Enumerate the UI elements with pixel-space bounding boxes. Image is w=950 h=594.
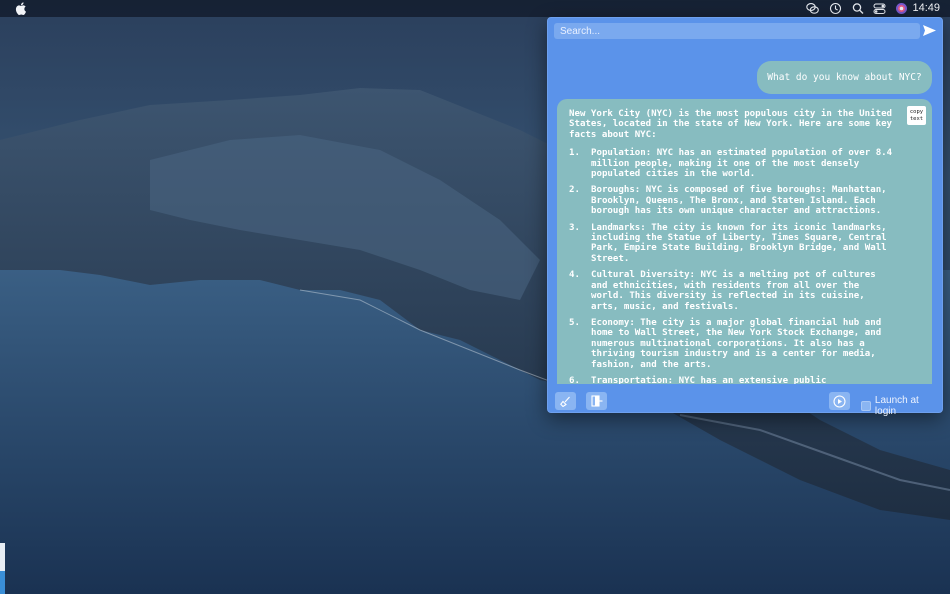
launch-at-login-label: Launch at login xyxy=(874,395,919,417)
copy-text-button[interactable]: copy text xyxy=(907,106,926,125)
list-item: 2. Boroughs: NYC is composed of five boro… xyxy=(569,185,896,216)
list-item: 3. Landmarks: The city is known for its i… xyxy=(569,223,896,265)
send-icon[interactable] xyxy=(922,23,937,38)
list-item: 1. Population: NYC has an estimated popul… xyxy=(569,148,896,179)
response-list: 1. Population: NYC has an estimated popul… xyxy=(569,148,896,384)
search-icon[interactable] xyxy=(852,2,864,15)
apple-icon[interactable] xyxy=(15,2,27,15)
list-item-number: 3. xyxy=(569,222,580,233)
chat-panel: What do you know about NYC? copy text Ne… xyxy=(547,17,943,417)
list-item-text: Boroughs: NYC is composed of five boroug… xyxy=(591,185,887,217)
list-item-text: Economy: The city is a major global fina… xyxy=(591,317,882,370)
list-item-text: Cultural Diversity: NYC is a melting pot… xyxy=(591,270,876,312)
list-item-number: 5. xyxy=(569,317,580,328)
list-item: 6. Transportation: NYC has an extensive p… xyxy=(569,376,896,384)
list-item-text: Landmarks: The city is known for its ico… xyxy=(591,222,887,264)
list-item-text: Population: NYC has an estimated populat… xyxy=(591,148,893,180)
exit-button[interactable] xyxy=(586,392,607,410)
list-item-number: 6. xyxy=(569,375,580,384)
launch-at-login-option[interactable]: Launch at login xyxy=(861,395,942,417)
user-message-text: What do you know about NYC? xyxy=(767,72,922,83)
assistant-message-bubble: copy text New York City (NYC) is the mos… xyxy=(557,99,932,384)
list-item: 4. Cultural Diversity: NYC is a melting p… xyxy=(569,270,896,312)
launch-at-login-checkbox[interactable] xyxy=(861,401,871,411)
response-intro: New York City (NYC) is the most populous… xyxy=(569,109,893,140)
broom-icon xyxy=(560,396,570,407)
partial-window-edge xyxy=(0,543,5,594)
list-item-number: 2. xyxy=(569,185,580,196)
menu-bar: 14:49 xyxy=(0,0,950,17)
search-input[interactable] xyxy=(554,23,920,39)
list-item-number: 4. xyxy=(569,270,580,281)
exit-door-icon xyxy=(590,395,602,407)
chat-bubbles-icon[interactable] xyxy=(806,2,819,15)
control-center-icon[interactable] xyxy=(873,2,886,15)
panel-toolbar: Launch at login xyxy=(548,389,942,417)
list-item: 5. Economy: The city is a major global fi… xyxy=(569,318,896,370)
time-machine-icon[interactable] xyxy=(829,2,842,15)
list-item-text: Transportation: NYC has an extensive pub… xyxy=(591,375,827,384)
clear-chat-button[interactable] xyxy=(555,392,576,410)
play-circle-icon xyxy=(833,394,846,408)
list-item-number: 1. xyxy=(569,148,580,159)
settings-button[interactable] xyxy=(829,392,850,410)
siri-icon[interactable] xyxy=(895,2,908,15)
user-message-bubble: What do you know about NYC? xyxy=(757,61,932,94)
menu-bar-clock[interactable]: 14:49 xyxy=(912,2,940,14)
